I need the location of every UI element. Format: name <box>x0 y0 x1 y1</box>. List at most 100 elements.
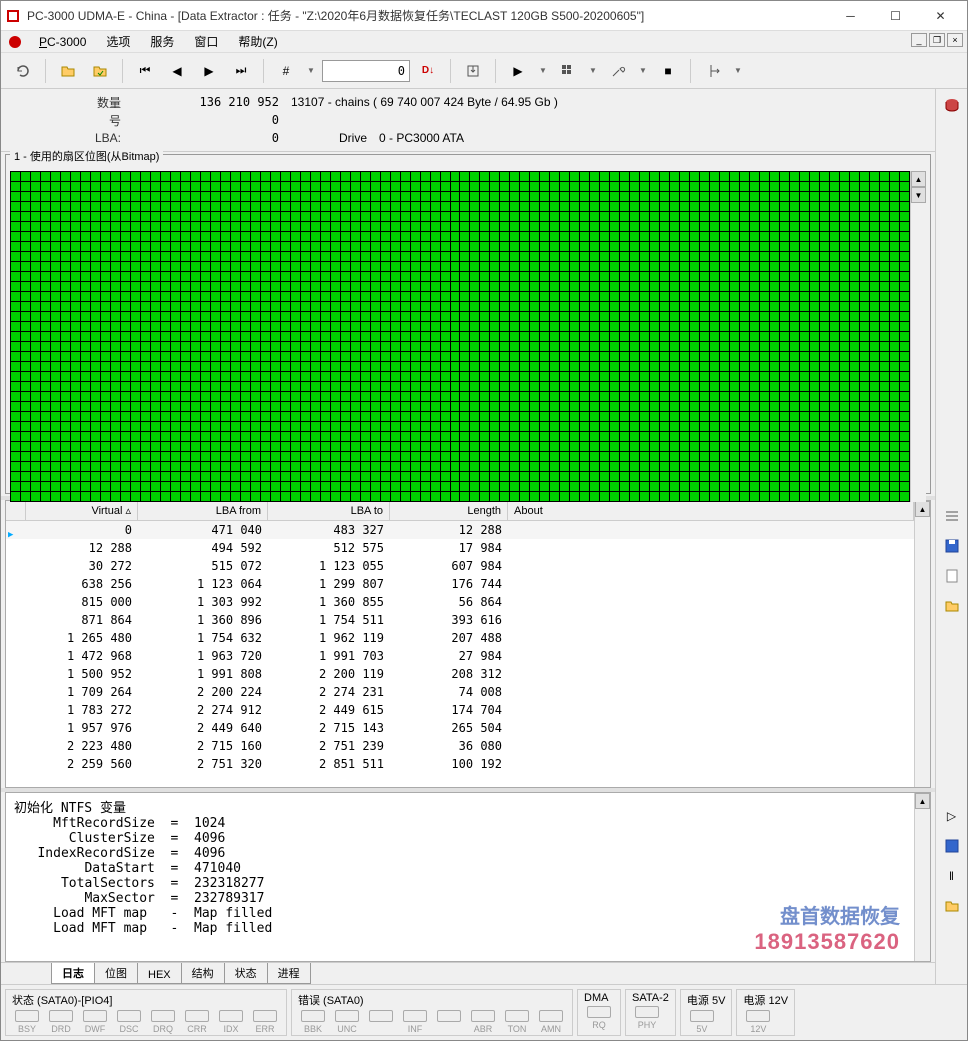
bitmap-cell[interactable] <box>91 382 100 391</box>
bitmap-cell[interactable] <box>540 472 549 481</box>
bitmap-cell[interactable] <box>530 322 539 331</box>
bitmap-cell[interactable] <box>31 422 40 431</box>
tab-结构[interactable]: 结构 <box>181 963 225 984</box>
bitmap-cell[interactable] <box>291 292 300 301</box>
bitmap-cell[interactable] <box>111 462 120 471</box>
bitmap-cell[interactable] <box>600 192 609 201</box>
bitmap-cell[interactable] <box>341 462 350 471</box>
bitmap-cell[interactable] <box>431 382 440 391</box>
bitmap-cell[interactable] <box>780 172 789 181</box>
bitmap-cell[interactable] <box>470 212 479 221</box>
bitmap-cell[interactable] <box>71 432 80 441</box>
bitmap-cell[interactable] <box>900 262 909 271</box>
bitmap-cell[interactable] <box>700 262 709 271</box>
bitmap-cell[interactable] <box>281 242 290 251</box>
bitmap-cell[interactable] <box>91 312 100 321</box>
bitmap-cell[interactable] <box>830 172 839 181</box>
bitmap-cell[interactable] <box>900 382 909 391</box>
bitmap-cell[interactable] <box>241 332 250 341</box>
bitmap-cell[interactable] <box>500 252 509 261</box>
bitmap-cell[interactable] <box>241 242 250 251</box>
bitmap-cell[interactable] <box>111 412 120 421</box>
bitmap-cell[interactable] <box>900 312 909 321</box>
bitmap-cell[interactable] <box>900 342 909 351</box>
bitmap-cell[interactable] <box>211 472 220 481</box>
bitmap-cell[interactable] <box>670 292 679 301</box>
bitmap-cell[interactable] <box>411 272 420 281</box>
bitmap-cell[interactable] <box>820 212 829 221</box>
bitmap-cell[interactable] <box>111 302 120 311</box>
pause-log-icon[interactable]: ‖ <box>940 864 964 888</box>
bitmap-cell[interactable] <box>610 322 619 331</box>
bitmap-cell[interactable] <box>790 342 799 351</box>
bitmap-cell[interactable] <box>490 372 499 381</box>
bitmap-cell[interactable] <box>371 452 380 461</box>
bitmap-cell[interactable] <box>820 202 829 211</box>
bitmap-cell[interactable] <box>480 242 489 251</box>
bitmap-cell[interactable] <box>730 342 739 351</box>
bitmap-cell[interactable] <box>351 362 360 371</box>
bitmap-cell[interactable] <box>71 172 80 181</box>
bitmap-cell[interactable] <box>610 312 619 321</box>
bitmap-cell[interactable] <box>41 292 50 301</box>
bitmap-cell[interactable] <box>470 462 479 471</box>
col-length[interactable]: Length <box>390 501 508 520</box>
bitmap-cell[interactable] <box>231 362 240 371</box>
bitmap-cell[interactable] <box>141 482 150 491</box>
bitmap-cell[interactable] <box>540 212 549 221</box>
bitmap-cell[interactable] <box>261 212 270 221</box>
bitmap-cell[interactable] <box>71 242 80 251</box>
bitmap-cell[interactable] <box>520 392 529 401</box>
bitmap-cell[interactable] <box>371 372 380 381</box>
bitmap-cell[interactable] <box>11 302 20 311</box>
bitmap-cell[interactable] <box>291 222 300 231</box>
bitmap-cell[interactable] <box>211 222 220 231</box>
bitmap-cell[interactable] <box>550 432 559 441</box>
bitmap-cell[interactable] <box>900 392 909 401</box>
bitmap-cell[interactable] <box>331 282 340 291</box>
bitmap-cell[interactable] <box>720 342 729 351</box>
bitmap-cell[interactable] <box>860 282 869 291</box>
bitmap-cell[interactable] <box>720 332 729 341</box>
bitmap-cell[interactable] <box>590 172 599 181</box>
bitmap-cell[interactable] <box>750 412 759 421</box>
bitmap-cell[interactable] <box>451 472 460 481</box>
bitmap-cell[interactable] <box>271 262 280 271</box>
bitmap-cell[interactable] <box>61 362 70 371</box>
bitmap-cell[interactable] <box>560 242 569 251</box>
bitmap-cell[interactable] <box>560 422 569 431</box>
bitmap-cell[interactable] <box>321 172 330 181</box>
bitmap-cell[interactable] <box>770 432 779 441</box>
bitmap-cell[interactable] <box>81 182 90 191</box>
bitmap-cell[interactable] <box>321 182 330 191</box>
bitmap-cell[interactable] <box>490 172 499 181</box>
bitmap-cell[interactable] <box>341 312 350 321</box>
bitmap-cell[interactable] <box>81 202 90 211</box>
bitmap-cell[interactable] <box>281 202 290 211</box>
bitmap-cell[interactable] <box>870 242 879 251</box>
bitmap-cell[interactable] <box>381 372 390 381</box>
bitmap-cell[interactable] <box>71 482 80 491</box>
bitmap-cell[interactable] <box>770 242 779 251</box>
bitmap-cell[interactable] <box>740 382 749 391</box>
bitmap-cell[interactable] <box>211 362 220 371</box>
bitmap-cell[interactable] <box>171 352 180 361</box>
bitmap-cell[interactable] <box>590 332 599 341</box>
bitmap-cell[interactable] <box>41 272 50 281</box>
bitmap-cell[interactable] <box>261 282 270 291</box>
bitmap-cell[interactable] <box>111 372 120 381</box>
bitmap-cell[interactable] <box>610 402 619 411</box>
bitmap-cell[interactable] <box>620 202 629 211</box>
bitmap-cell[interactable] <box>161 222 170 231</box>
bitmap-cell[interactable] <box>860 272 869 281</box>
bitmap-cell[interactable] <box>391 402 400 411</box>
bitmap-cell[interactable] <box>650 352 659 361</box>
bitmap-cell[interactable] <box>880 482 889 491</box>
bitmap-cell[interactable] <box>760 202 769 211</box>
bitmap-cell[interactable] <box>620 432 629 441</box>
table-row[interactable]: 12 288494 592512 57517 984 <box>6 539 914 557</box>
bitmap-cell[interactable] <box>700 392 709 401</box>
bitmap-cell[interactable] <box>880 322 889 331</box>
bitmap-cell[interactable] <box>650 222 659 231</box>
bitmap-cell[interactable] <box>441 462 450 471</box>
